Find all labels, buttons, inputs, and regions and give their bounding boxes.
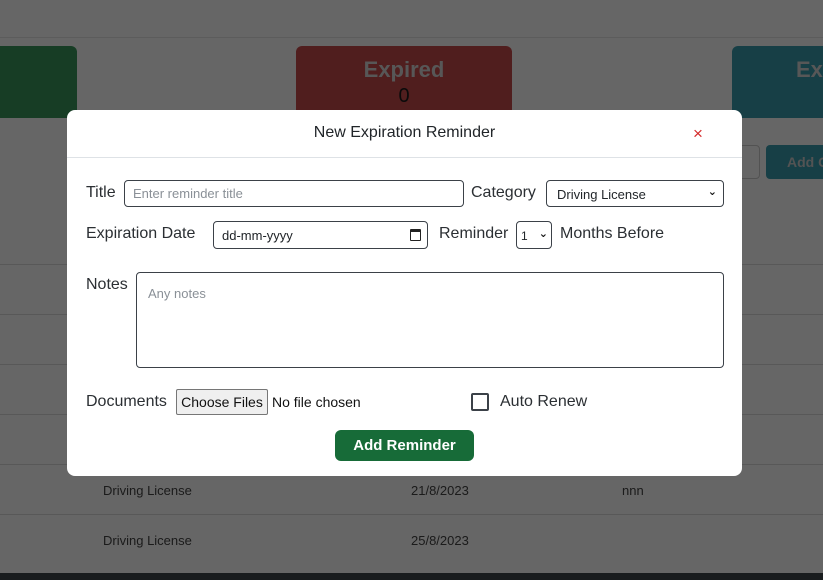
no-file-text: No file chosen — [272, 394, 361, 410]
category-value: Driving License — [557, 187, 646, 202]
close-icon[interactable]: × — [690, 125, 706, 143]
notes-textarea[interactable]: Any notes — [136, 272, 724, 368]
notes-placeholder: Any notes — [148, 286, 206, 301]
title-label: Title — [86, 184, 116, 201]
auto-renew-checkbox[interactable] — [471, 393, 489, 411]
category-label: Category — [471, 184, 536, 201]
auto-renew-label[interactable]: Auto Renew — [500, 393, 587, 411]
calendar-icon[interactable] — [410, 229, 421, 241]
chevron-down-icon: ⌄ — [538, 228, 548, 240]
date-placeholder: dd-mm-yyyy — [222, 228, 293, 243]
months-before-label: Months Before — [560, 225, 665, 242]
new-reminder-modal: New Expiration Reminder × Title Enter re… — [67, 110, 742, 476]
notes-label: Notes — [86, 276, 128, 293]
reminder-months-select[interactable]: 1 ⌄ — [516, 221, 552, 249]
title-input[interactable]: Enter reminder title — [124, 180, 464, 207]
add-reminder-button[interactable]: Add Reminder — [335, 430, 474, 461]
expiration-date-label: Expiration Date — [86, 225, 196, 242]
chevron-down-icon: ⌄ — [707, 186, 717, 198]
title-placeholder: Enter reminder title — [133, 186, 243, 201]
modal-title: New Expiration Reminder — [313, 124, 496, 141]
modal-header: New Expiration Reminder × — [67, 110, 742, 158]
documents-label: Documents — [86, 393, 167, 410]
category-select[interactable]: Driving License ⌄ — [546, 180, 724, 207]
reminder-value: 1 — [521, 229, 528, 243]
expiration-date-input[interactable]: dd-mm-yyyy — [213, 221, 428, 249]
reminder-label: Reminder — [439, 225, 509, 242]
choose-files-button[interactable]: Choose Files — [176, 389, 268, 415]
